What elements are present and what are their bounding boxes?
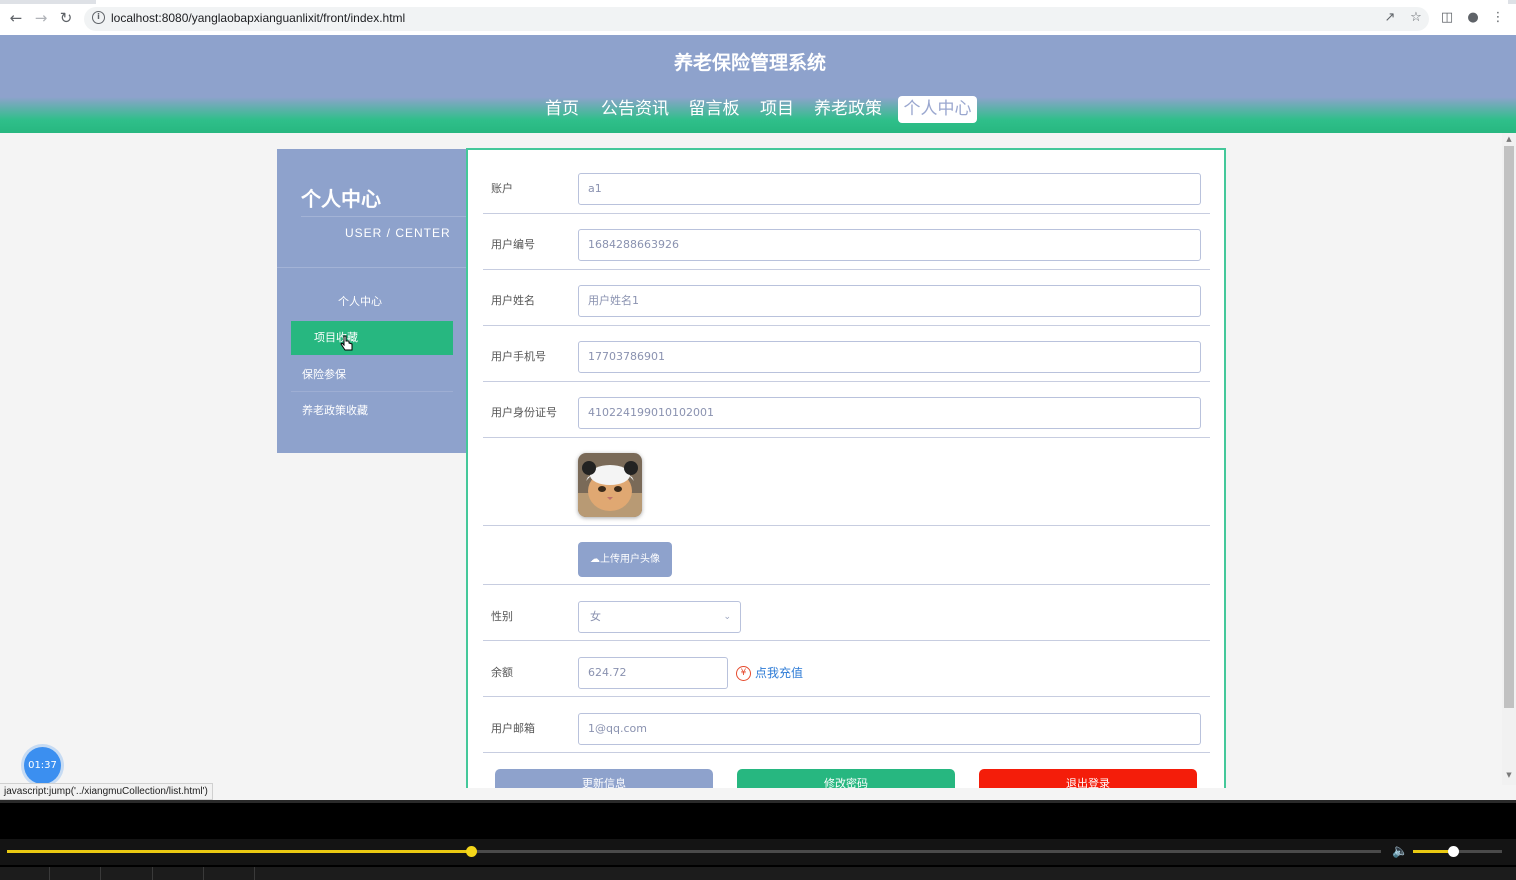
divider <box>483 213 1210 214</box>
divider <box>483 525 1210 526</box>
gender-select[interactable]: 女 ⌄ <box>578 601 741 633</box>
divider <box>483 269 1210 270</box>
divider <box>483 640 1210 641</box>
user-no-input[interactable]: 1684288663926 <box>578 229 1201 261</box>
media-player: 🔈 <box>0 800 1516 880</box>
reload-icon[interactable]: ↻ <box>58 10 74 26</box>
change-password-button[interactable]: 修改密码 <box>737 769 955 788</box>
nav-home[interactable]: 首页 <box>540 96 584 123</box>
sidebar-item-policy-favorites[interactable]: 养老政策收藏 <box>291 394 453 428</box>
scroll-down-icon[interactable]: ▼ <box>1505 771 1513 779</box>
avatar <box>578 453 642 517</box>
status-bar-url: javascript:jump('../xiangmuCollection/li… <box>0 783 213 800</box>
nav-announcements[interactable]: 公告资讯 <box>600 96 670 123</box>
divider <box>483 584 1210 585</box>
profile-icon[interactable]: ● <box>1465 10 1481 26</box>
player-bottom-bar <box>0 867 1516 880</box>
user-no-label: 用户编号 <box>491 238 535 251</box>
id-card-label: 用户身份证号 <box>491 406 557 419</box>
divider <box>301 216 467 217</box>
gender-value: 女 <box>590 610 601 623</box>
volume-icon[interactable]: 🔈 <box>1392 844 1408 859</box>
divider <box>291 391 453 392</box>
site-header: 养老保险管理系统 首页 公告资讯 留言板 项目 养老政策 个人中心 <box>0 35 1516 133</box>
email-label: 用户邮箱 <box>491 722 535 735</box>
nav-pension-policy[interactable]: 养老政策 <box>813 96 883 123</box>
sidebar-item-label: 养老政策收藏 <box>302 404 368 417</box>
nav-message-board[interactable]: 留言板 <box>687 96 741 123</box>
sidebar-item-insurance-enrollment[interactable]: 保险参保 <box>291 358 453 392</box>
logout-button[interactable]: 退出登录 <box>979 769 1197 788</box>
nav-personal-center[interactable]: 个人中心 <box>898 96 977 123</box>
sidebar-subtitle: USER / CENTER <box>345 226 451 240</box>
update-info-button[interactable]: 更新信息 <box>495 769 713 788</box>
seek-bar[interactable] <box>7 846 1381 857</box>
phone-input[interactable]: 17703786901 <box>578 341 1201 373</box>
balance-input[interactable]: 624.72 <box>578 657 728 689</box>
divider <box>483 696 1210 697</box>
address-bar[interactable]: i localhost:8080/yanglaobapxianguanlixit… <box>84 7 1429 31</box>
site-title: 养老保险管理系统 <box>673 52 826 74</box>
volume-slider[interactable] <box>1413 846 1502 857</box>
player-top-strip <box>0 800 1516 803</box>
top-nav: 首页 公告资讯 留言板 项目 养老政策 个人中心 <box>0 96 1516 124</box>
sidebar-item-label: 个人中心 <box>338 295 382 308</box>
upload-avatar-button[interactable]: ☁上传用户头像 <box>578 542 672 577</box>
tab-strip <box>0 0 1516 4</box>
chevron-down-icon: ⌄ <box>723 612 731 622</box>
divider <box>483 381 1210 382</box>
volume-level <box>1413 850 1454 853</box>
seek-progress <box>7 850 472 853</box>
user-name-label: 用户姓名 <box>491 294 535 307</box>
gender-label: 性别 <box>491 610 513 623</box>
side-panel-icon[interactable]: ◫ <box>1439 10 1455 26</box>
forward-arrow-icon[interactable]: → <box>33 10 49 26</box>
sidebar-title: 个人中心 <box>301 187 381 211</box>
back-arrow-icon[interactable]: ← <box>8 10 24 26</box>
menu-kebab-icon[interactable]: ⋮ <box>1490 10 1506 26</box>
recharge-label: 点我充值 <box>755 666 804 680</box>
user-name-input[interactable]: 用户姓名1 <box>578 285 1201 317</box>
email-input[interactable]: 1@qq.com <box>578 713 1201 745</box>
sidebar-item-label: 保险参保 <box>302 368 346 381</box>
balance-label: 余额 <box>491 666 513 679</box>
bookmark-star-icon[interactable]: ☆ <box>1408 10 1424 26</box>
divider <box>483 752 1210 753</box>
divider <box>483 437 1210 438</box>
sidebar-item-project-favorites[interactable]: 项目收藏 <box>291 321 453 355</box>
recording-timer[interactable]: 01:37 <box>24 747 61 784</box>
page-scrollbar[interactable]: ▲ ▼ <box>1502 133 1516 785</box>
hand-cursor-icon <box>340 335 353 351</box>
recharge-link[interactable]: ¥ 点我充值 <box>736 664 803 682</box>
upload-avatar-label: 上传用户头像 <box>600 554 660 565</box>
yen-icon: ¥ <box>736 666 751 681</box>
sidebar-item-personal-center[interactable]: 个人中心 <box>291 285 453 319</box>
account-label: 账户 <box>491 182 513 195</box>
sidebar: 个人中心 USER / CENTER 个人中心 项目收藏 保险参保 养老政策收藏 <box>277 149 467 453</box>
id-card-input[interactable]: 410224199010102001 <box>578 397 1201 429</box>
browser-toolbar: ← → ↻ i localhost:8080/yanglaobapxiangua… <box>0 0 1516 36</box>
address-bar-url[interactable]: localhost:8080/yanglaobapxianguanlixit/f… <box>111 11 405 25</box>
site-info-icon[interactable]: i <box>92 11 105 24</box>
phone-label: 用户手机号 <box>491 350 546 363</box>
nav-projects[interactable]: 项目 <box>758 96 796 123</box>
cloud-upload-icon: ☁ <box>590 554 600 565</box>
scrollbar-thumb[interactable] <box>1504 146 1514 708</box>
user-info-form: 账户 a1 用户编号 1684288663926 用户姓名 用户姓名1 用户手机… <box>466 148 1226 788</box>
scroll-up-icon[interactable]: ▲ <box>1505 135 1513 143</box>
volume-handle[interactable] <box>1448 846 1460 857</box>
divider <box>277 267 467 268</box>
account-input[interactable]: a1 <box>578 173 1201 205</box>
divider <box>483 325 1210 326</box>
share-icon[interactable]: ↗ <box>1382 10 1398 26</box>
